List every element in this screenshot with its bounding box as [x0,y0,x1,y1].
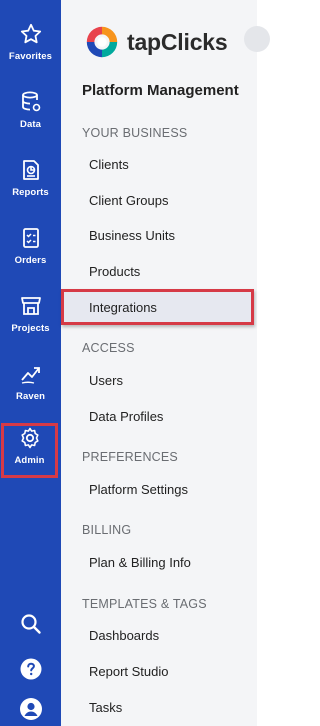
rail-item-label: Reports [12,187,49,198]
management-panel [61,0,257,726]
section-heading-billing: BILLING [82,523,132,537]
nav-item-integrations[interactable]: Integrations [89,300,157,315]
nav-item-business-units[interactable]: Business Units [89,228,175,243]
gear-icon [20,427,39,449]
rail-item-admin[interactable]: Admin [1,423,58,478]
user-icon [19,698,42,720]
nav-item-clients[interactable]: Clients [89,157,129,172]
nav-item-client-groups[interactable]: Client Groups [89,193,168,208]
rail-item-reports[interactable]: Reports [0,156,61,218]
tapclicks-logo-icon [86,26,118,58]
rail-item-orders[interactable]: Orders [0,224,61,286]
section-heading-templates-tags: TEMPLATES & TAGS [82,597,207,611]
rail-item-label: Data [20,119,41,130]
store-icon [20,297,41,315]
panel-collapse-button[interactable] [244,26,270,52]
page-title: Platform Management [82,82,239,99]
section-heading-preferences: PREFERENCES [82,450,178,464]
icon-rail: Favorites Data Reports Orders Projects R… [0,0,61,726]
brand-logo: tapClicks [83,23,228,61]
report-icon [22,160,39,180]
rail-item-data[interactable]: Data [0,88,61,150]
rail-item-label: Favorites [8,51,53,62]
rail-help[interactable] [0,657,61,681]
rail-item-raven[interactable]: Raven [0,360,61,422]
help-icon [20,658,41,680]
database-icon [21,91,40,112]
rail-user[interactable] [0,697,61,721]
nav-item-tasks[interactable]: Tasks [89,700,122,715]
rail-item-label: Orders [14,255,47,266]
section-heading-your-business: YOUR BUSINESS [82,126,188,140]
rail-item-favorites[interactable]: Favorites [0,20,61,82]
search-icon [20,614,41,634]
nav-item-users[interactable]: Users [89,373,123,388]
rail-item-label: Projects [11,323,50,334]
rail-item-label: Raven [15,391,45,402]
nav-item-plan-billing[interactable]: Plan & Billing Info [89,555,191,570]
nav-item-products[interactable]: Products [89,264,140,279]
checklist-icon [22,228,39,248]
rail-item-projects[interactable]: Projects [0,292,61,354]
rail-item-label: Admin [14,455,45,466]
star-icon [20,23,41,44]
section-heading-access: ACCESS [82,341,135,355]
brand-name: tapClicks [127,28,228,55]
nav-item-report-studio[interactable]: Report Studio [89,664,169,679]
nav-item-platform-settings[interactable]: Platform Settings [89,482,188,497]
rail-search[interactable] [0,612,61,636]
trend-icon [20,367,40,384]
nav-item-dashboards[interactable]: Dashboards [89,628,159,643]
nav-item-data-profiles[interactable]: Data Profiles [89,409,163,424]
